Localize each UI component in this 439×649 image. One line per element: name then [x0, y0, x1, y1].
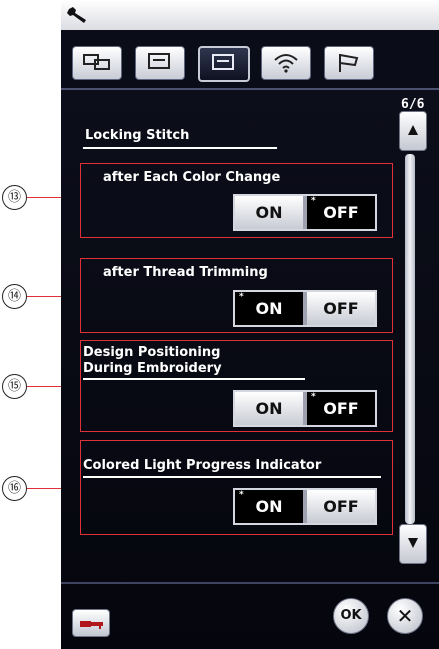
tab-wireless[interactable]: [261, 46, 311, 80]
callout-15-number: ⑮: [2, 374, 27, 399]
setting-box-color-change: after Each Color Change ON * OFF: [80, 163, 393, 238]
toggle-progress-indicator-off[interactable]: OFF: [307, 490, 375, 523]
toggle-design-positioning-off[interactable]: * OFF: [307, 392, 375, 425]
callout-14: ⑭: [0, 284, 30, 314]
setting-label-color-change: after Each Color Change: [103, 170, 281, 185]
toggle-progress-indicator-on[interactable]: * ON: [235, 490, 303, 523]
toggle-progress-indicator-off-label: OFF: [323, 497, 359, 516]
toggle-design-positioning: ON * OFF: [233, 390, 377, 427]
callout-13: ⑬: [0, 185, 30, 215]
ok-button[interactable]: OK: [333, 598, 369, 634]
toggle-progress-indicator: * ON OFF: [233, 488, 377, 525]
setting-box-progress-indicator: Colored Light Progress Indicator * ON OFF: [80, 440, 393, 535]
toggle-design-positioning-on-label: ON: [255, 399, 283, 418]
setting-box-thread-trimming: after Thread Trimming * ON OFF: [80, 258, 393, 333]
progress-indicator-underline: [83, 476, 381, 478]
toggle-progress-indicator-on-label: ON: [255, 497, 283, 516]
embroidery-settings-icon: [212, 54, 234, 70]
sewing-settings-icon: [83, 54, 110, 70]
setting-label-design-positioning-2: During Embroidery: [83, 361, 222, 376]
setting-label-progress-indicator: Colored Light Progress Indicator: [83, 458, 322, 473]
page-indicator: 6/6: [401, 97, 425, 112]
tab-machine-settings[interactable]: [135, 46, 185, 80]
key-icon: [80, 621, 103, 629]
toggle-color-change: ON * OFF: [233, 194, 377, 231]
settings-tab-bar: 6/6: [61, 30, 439, 112]
callout-16: ⑯: [0, 476, 30, 506]
section-title: Locking Stitch: [85, 128, 190, 143]
setting-label-design-positioning-1: Design Positioning: [83, 345, 221, 360]
selected-marker: *: [239, 490, 244, 500]
callout-15: ⑮: [0, 374, 30, 404]
setting-label-thread-trimming: after Thread Trimming: [103, 265, 268, 280]
toggle-color-change-on-label: ON: [255, 203, 283, 222]
flag-icon: [339, 54, 359, 72]
wireless-icon: [274, 54, 298, 73]
close-icon: ✕: [396, 604, 414, 628]
tab-embroidery-settings[interactable]: [198, 46, 250, 82]
settings-screen: 6/6 Locking Stitch after Each Color Chan…: [61, 0, 439, 649]
design-positioning-underline: [83, 378, 305, 380]
arrow-down-icon: [408, 538, 418, 548]
scroll-down-button[interactable]: [399, 524, 427, 564]
selected-marker: *: [239, 292, 244, 302]
callout-14-number: ⑭: [2, 284, 27, 309]
bottom-divider: [61, 582, 439, 584]
lock-key-button[interactable]: [72, 609, 110, 637]
toggle-color-change-off[interactable]: * OFF: [307, 196, 375, 229]
ok-button-label: OK: [340, 608, 362, 623]
toggle-design-positioning-off-label: OFF: [323, 399, 359, 418]
toggle-thread-trimming-on[interactable]: * ON: [235, 292, 303, 325]
title-bar: [61, 0, 439, 32]
toggle-thread-trimming-off[interactable]: OFF: [307, 292, 375, 325]
section-underline: [83, 147, 277, 149]
machine-settings-icon: [148, 53, 170, 69]
selected-marker: *: [311, 392, 316, 402]
callout-13-number: ⑬: [2, 185, 27, 210]
scrollbar-track[interactable]: [405, 154, 415, 524]
selected-marker: *: [311, 196, 316, 206]
setting-box-design-positioning: Design Positioning During Embroidery ON …: [80, 340, 393, 432]
toggle-color-change-off-label: OFF: [323, 203, 359, 222]
callout-16-number: ⑯: [2, 476, 27, 501]
wrench-icon: [67, 7, 86, 23]
close-button[interactable]: ✕: [387, 598, 423, 634]
toggle-color-change-on[interactable]: ON: [235, 196, 303, 229]
tab-sewing-settings[interactable]: [72, 46, 122, 80]
tab-flag[interactable]: [324, 46, 374, 80]
arrow-up-icon: [408, 125, 418, 135]
toggle-thread-trimming-off-label: OFF: [323, 299, 359, 318]
toggle-design-positioning-on[interactable]: ON: [235, 392, 303, 425]
toggle-thread-trimming-on-label: ON: [255, 299, 283, 318]
tab-divider: [61, 88, 439, 90]
scroll-up-button[interactable]: [399, 111, 427, 151]
toggle-thread-trimming: * ON OFF: [233, 290, 377, 327]
